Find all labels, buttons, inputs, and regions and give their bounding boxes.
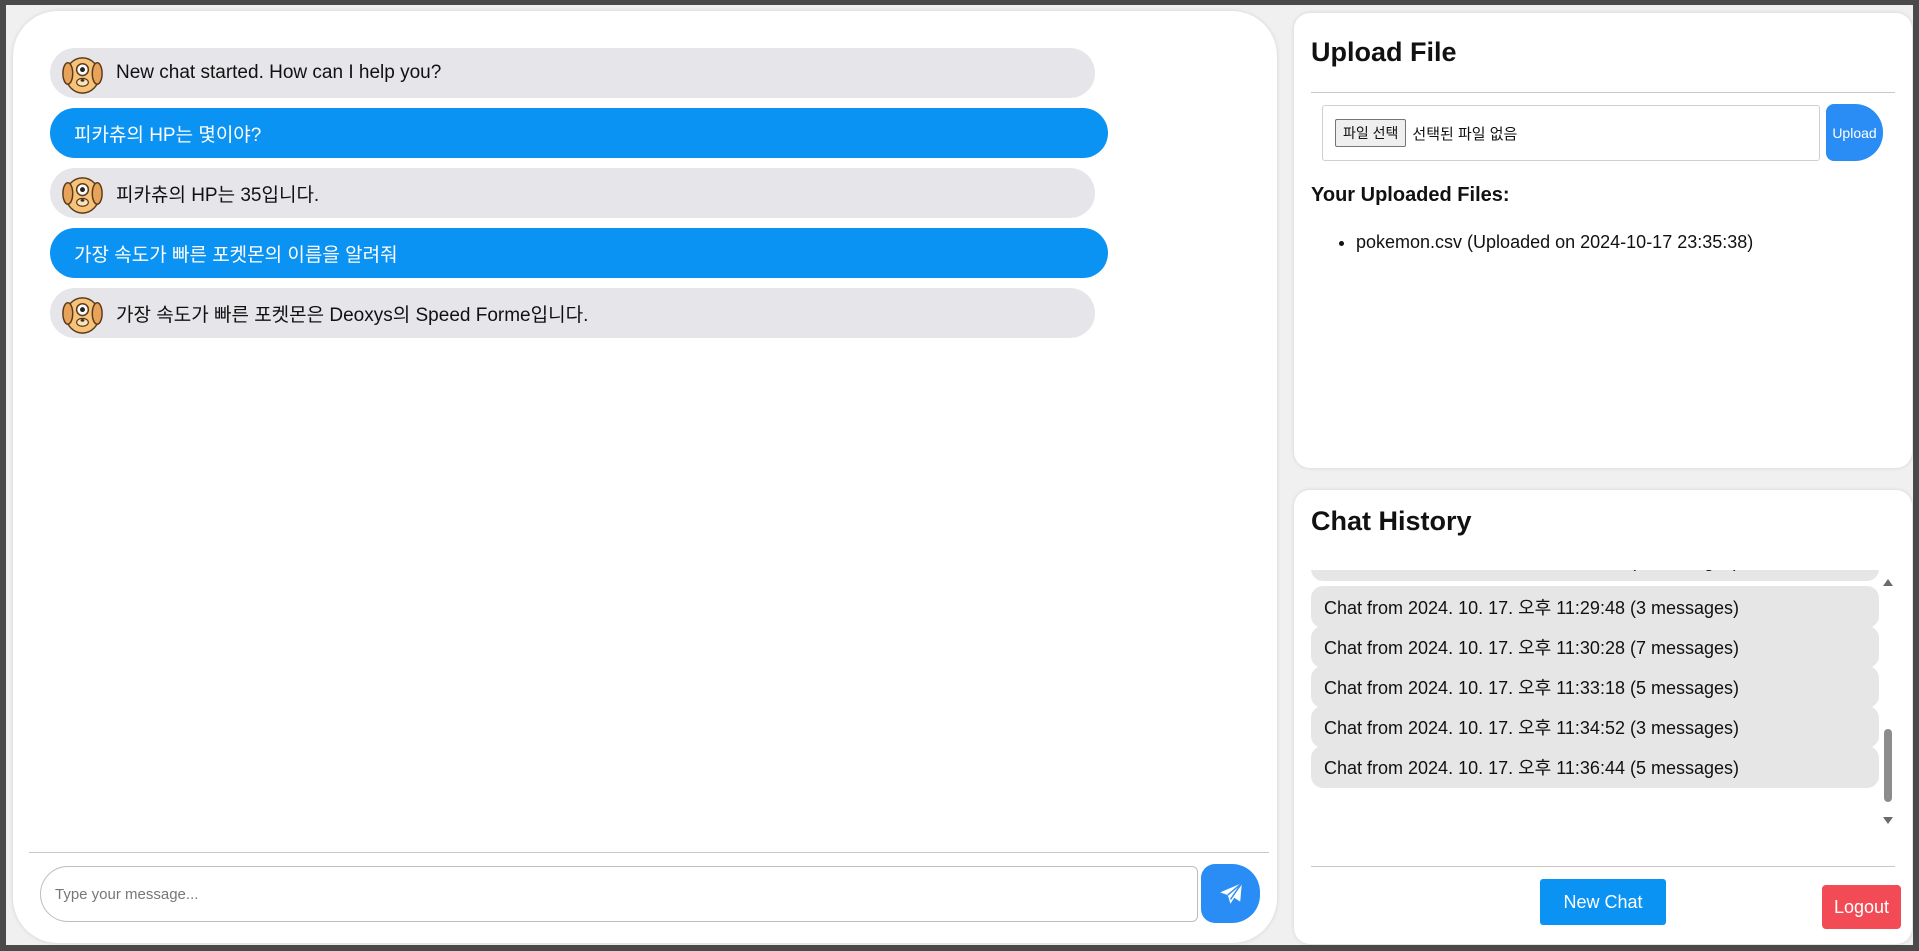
uploaded-files-list: pokemon.csv (Uploaded on 2024-10-17 23:3… — [1311, 232, 1753, 253]
chat-history-list[interactable]: Chat from 2024. 10. 17. 오후 11:28:10 (5 m… — [1311, 570, 1897, 832]
user-message: 피카츄의 HP는 몇이야? — [50, 108, 1108, 158]
history-scrollbar[interactable] — [1879, 570, 1897, 832]
chat-history-title: Chat History — [1311, 506, 1472, 536]
logout-button[interactable]: Logout — [1822, 885, 1901, 929]
dog-avatar-icon — [62, 296, 103, 334]
chat-history-item[interactable]: Chat from 2024. 10. 17. 오후 11:36:44 (5 m… — [1311, 746, 1879, 788]
scroll-thumb[interactable] — [1884, 729, 1892, 802]
history-divider — [1311, 866, 1895, 867]
upload-card: Upload File 파일 선택 선택된 파일 없음 Upload Your … — [1294, 13, 1912, 468]
file-input[interactable]: 파일 선택 선택된 파일 없음 — [1322, 105, 1820, 161]
chat-history-card: Chat History Chat from 2024. 10. 17. 오후 … — [1294, 490, 1912, 944]
message-text: New chat started. How can I help you? — [116, 62, 442, 83]
message-input[interactable] — [40, 866, 1198, 922]
paper-plane-icon — [1219, 882, 1242, 904]
scroll-down-arrow-icon[interactable] — [1883, 817, 1893, 824]
new-chat-button[interactable]: New Chat — [1540, 879, 1666, 925]
send-button[interactable] — [1201, 864, 1260, 923]
uploaded-file-item: pokemon.csv (Uploaded on 2024-10-17 23:3… — [1356, 232, 1753, 253]
bot-message: 피카츄의 HP는 35입니다. — [50, 168, 1095, 218]
no-file-text: 선택된 파일 없음 — [1412, 125, 1518, 143]
choose-file-button[interactable]: 파일 선택 — [1335, 119, 1407, 147]
chat-history-item[interactable]: Chat from 2024. 10. 17. 오후 11:28:10 (5 m… — [1311, 570, 1879, 581]
chat-panel: New chat started. How can I help you? 피카… — [13, 11, 1277, 943]
upload-divider — [1311, 92, 1895, 93]
scroll-up-arrow-icon[interactable] — [1883, 579, 1893, 586]
message-text: 피카츄의 HP는 35입니다. — [116, 184, 320, 206]
chat-history-item[interactable]: Chat from 2024. 10. 17. 오후 11:34:52 (3 m… — [1311, 706, 1879, 748]
dog-avatar-icon — [62, 176, 103, 214]
uploaded-files-heading: Your Uploaded Files: — [1311, 184, 1510, 206]
user-message: 가장 속도가 빠른 포켓몬의 이름을 알려줘 — [50, 228, 1108, 278]
message-text: 가장 속도가 빠른 포켓몬의 이름을 알려줘 — [74, 244, 398, 266]
message-text: 가장 속도가 빠른 포켓몬은 Deoxys의 Speed Forme입니다. — [116, 304, 589, 326]
chat-history-item[interactable]: Chat from 2024. 10. 17. 오후 11:30:28 (7 m… — [1311, 626, 1879, 668]
message-text: 피카츄의 HP는 몇이야? — [74, 124, 262, 146]
bot-message: New chat started. How can I help you? — [50, 48, 1095, 98]
upload-title: Upload File — [1311, 37, 1457, 67]
message-list: New chat started. How can I help you? 피카… — [50, 48, 1120, 348]
chat-history-item[interactable]: Chat from 2024. 10. 17. 오후 11:29:48 (3 m… — [1311, 586, 1879, 628]
dog-avatar-icon — [62, 56, 103, 94]
chat-divider — [29, 852, 1269, 853]
chat-history-item[interactable]: Chat from 2024. 10. 17. 오후 11:33:18 (5 m… — [1311, 666, 1879, 708]
app-frame: New chat started. How can I help you? 피카… — [0, 0, 1919, 951]
upload-button[interactable]: Upload — [1826, 104, 1883, 161]
bot-message: 가장 속도가 빠른 포켓몬은 Deoxys의 Speed Forme입니다. — [50, 288, 1095, 338]
